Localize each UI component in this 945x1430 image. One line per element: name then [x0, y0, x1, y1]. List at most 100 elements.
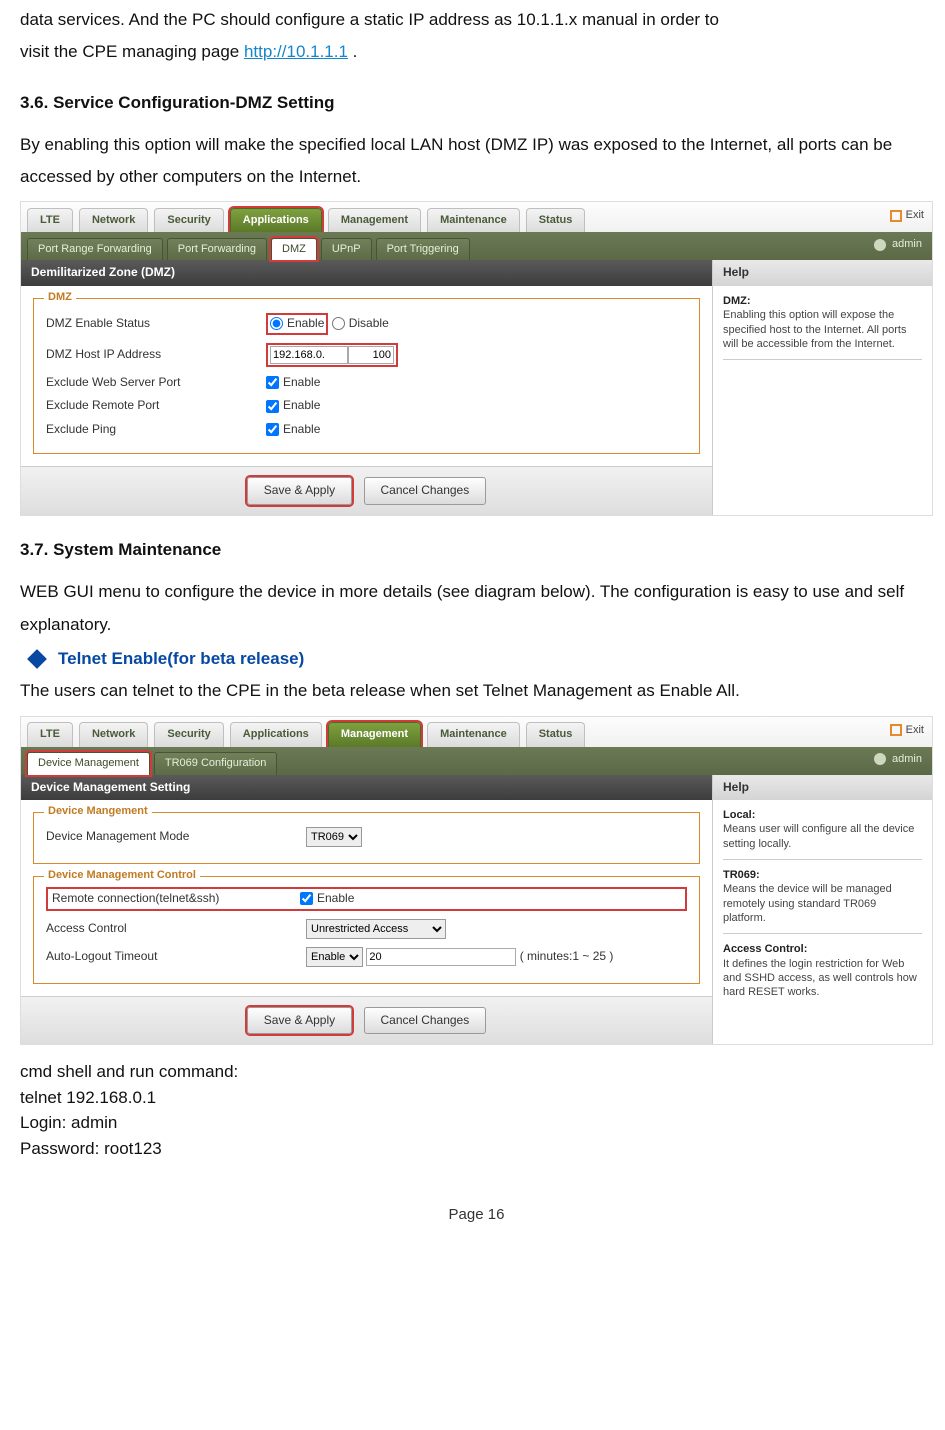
radio-enable-label: Enable	[287, 316, 324, 332]
input-auto-logout-min[interactable]	[366, 948, 516, 966]
check-remote-conn[interactable]: Enable	[300, 891, 354, 907]
fieldset-dev-mgmt-legend: Device Mangement	[44, 804, 152, 818]
tab2-status[interactable]: Status	[526, 722, 586, 746]
radio-enable-input[interactable]	[270, 317, 283, 330]
tab-maintenance[interactable]: Maintenance	[427, 208, 520, 232]
admin-indicator-2: admin	[874, 752, 922, 766]
save-apply-button-2[interactable]: Save & Apply	[247, 1007, 352, 1035]
check-remote-conn-label: Enable	[317, 891, 354, 907]
tab2-security[interactable]: Security	[154, 722, 223, 746]
save-apply-button[interactable]: Save & Apply	[247, 477, 352, 505]
highlight-ip	[266, 343, 398, 367]
help-local-h: Local:	[723, 809, 755, 821]
label-exclude-ping: Exclude Ping	[46, 422, 266, 438]
tab2-applications[interactable]: Applications	[230, 722, 322, 746]
subtab-dmz[interactable]: DMZ	[271, 238, 317, 260]
sub-tabbar-2: Device Management TR069 Configuration ad…	[21, 747, 932, 775]
check-exclude-ping[interactable]: Enable	[266, 422, 320, 438]
tail-4: Password: root123	[20, 1136, 933, 1162]
help-tr069-h: TR069:	[723, 869, 760, 881]
select-dev-mgmt-mode[interactable]: TR069	[306, 827, 362, 847]
radio-disable-input[interactable]	[332, 317, 345, 330]
help-body-mgmt: Local: Means user will configure all the…	[713, 800, 932, 1007]
tail-3: Login: admin	[20, 1110, 933, 1136]
subtab-port-fwd[interactable]: Port Forwarding	[167, 238, 267, 260]
page-footer: Page 16	[20, 1201, 933, 1230]
tab-security[interactable]: Security	[154, 208, 223, 232]
select-access-control[interactable]: Unrestricted Access	[306, 919, 446, 939]
diamond-icon	[27, 649, 47, 669]
help-dmz-heading: DMZ:	[723, 295, 751, 307]
exit-label-2: Exit	[906, 723, 924, 737]
panel-title-mgmt: Device Management Setting	[21, 775, 712, 801]
button-bar-2: Save & Apply Cancel Changes	[21, 996, 712, 1045]
label-auto-logout: Auto-Logout Timeout	[46, 949, 306, 965]
tab2-network[interactable]: Network	[79, 722, 148, 746]
tab-network[interactable]: Network	[79, 208, 148, 232]
tab2-management[interactable]: Management	[328, 722, 421, 746]
check-exclude-web[interactable]: Enable	[266, 375, 320, 391]
exit-link[interactable]: Exit	[890, 208, 924, 222]
user-icon	[874, 239, 886, 251]
button-bar: Save & Apply Cancel Changes	[21, 466, 712, 515]
radio-enable[interactable]: Enable	[270, 316, 324, 332]
fieldset-dev-mgmt-ctrl-legend: Device Management Control	[44, 868, 200, 882]
intro-line-1: data services. And the PC should configu…	[20, 4, 933, 36]
highlight-enable-radio: Enable	[266, 313, 328, 335]
fieldset-dmz: DMZ DMZ Enable Status Enable Disable	[33, 298, 700, 454]
check-exclude-ping-label: Enable	[283, 422, 320, 438]
subtab-port-trigger[interactable]: Port Triggering	[376, 238, 470, 260]
section-3-7-heading: 3.7. System Maintenance	[20, 534, 933, 566]
label-exclude-remote: Exclude Remote Port	[46, 398, 266, 414]
subtab-upnp[interactable]: UPnP	[321, 238, 372, 260]
input-ip-prefix[interactable]	[270, 346, 348, 364]
admin-indicator: admin	[874, 237, 922, 251]
cancel-changes-button[interactable]: Cancel Changes	[364, 477, 487, 505]
check-exclude-remote[interactable]: Enable	[266, 398, 320, 414]
panel-title-dmz: Demilitarized Zone (DMZ)	[21, 260, 712, 286]
help-ac-h: Access Control:	[723, 943, 807, 955]
select-auto-logout[interactable]: Enable	[306, 947, 363, 967]
radio-disable[interactable]: Disable	[332, 316, 389, 332]
user-icon-2	[874, 753, 886, 765]
bullet-telnet: Telnet Enable(for beta release)	[20, 643, 933, 675]
main-tabbar-2: LTE Network Security Applications Manage…	[21, 717, 932, 747]
subtab-dev-mgmt[interactable]: Device Management	[27, 752, 150, 774]
intro-line-2-suffix: .	[353, 42, 358, 61]
note-auto-logout: ( minutes:1 ~ 25 )	[520, 949, 614, 965]
tail-1: cmd shell and run command:	[20, 1059, 933, 1085]
input-ip-suffix[interactable]	[348, 346, 394, 364]
help-local-b: Means user will configure all the device…	[723, 823, 914, 849]
bullet-telnet-text: Telnet Enable(for beta release)	[58, 643, 304, 675]
tab-applications[interactable]: Applications	[230, 208, 322, 232]
tab2-lte[interactable]: LTE	[27, 722, 73, 746]
tab-status[interactable]: Status	[526, 208, 586, 232]
subtab-tr069[interactable]: TR069 Configuration	[154, 752, 278, 774]
check-remote-conn-input[interactable]	[300, 892, 313, 905]
tab-lte[interactable]: LTE	[27, 208, 73, 232]
help-tr069-b: Means the device will be managed remotel…	[723, 883, 892, 924]
help-dmz-text: Enabling this option will expose the spe…	[723, 309, 906, 350]
admin-label: admin	[892, 237, 922, 251]
section-3-7-body2: The users can telnet to the CPE in the b…	[20, 675, 933, 707]
subtab-port-range-fwd[interactable]: Port Range Forwarding	[27, 238, 163, 260]
check-exclude-remote-input[interactable]	[266, 400, 279, 413]
check-exclude-ping-input[interactable]	[266, 423, 279, 436]
tab2-maintenance[interactable]: Maintenance	[427, 722, 520, 746]
check-exclude-web-label: Enable	[283, 375, 320, 391]
check-exclude-web-input[interactable]	[266, 376, 279, 389]
admin-label-2: admin	[892, 752, 922, 766]
cpe-link[interactable]: http://10.1.1.1	[244, 42, 348, 61]
tail-2: telnet 192.168.0.1	[20, 1085, 933, 1111]
label-dmz-enable-status: DMZ Enable Status	[46, 316, 266, 332]
section-3-6-heading: 3.6. Service Configuration-DMZ Setting	[20, 87, 933, 119]
help-body-dmz: DMZ: Enabling this option will expose th…	[713, 286, 932, 376]
tab-management[interactable]: Management	[328, 208, 421, 232]
help-title: Help	[713, 260, 932, 286]
label-exclude-web: Exclude Web Server Port	[46, 375, 266, 391]
label-dev-mgmt-mode: Device Management Mode	[46, 829, 306, 845]
exit-link-2[interactable]: Exit	[890, 723, 924, 737]
intro-line-2-prefix: visit the CPE managing page	[20, 42, 244, 61]
screenshot-dmz: LTE Network Security Applications Manage…	[20, 201, 933, 516]
cancel-changes-button-2[interactable]: Cancel Changes	[364, 1007, 487, 1035]
